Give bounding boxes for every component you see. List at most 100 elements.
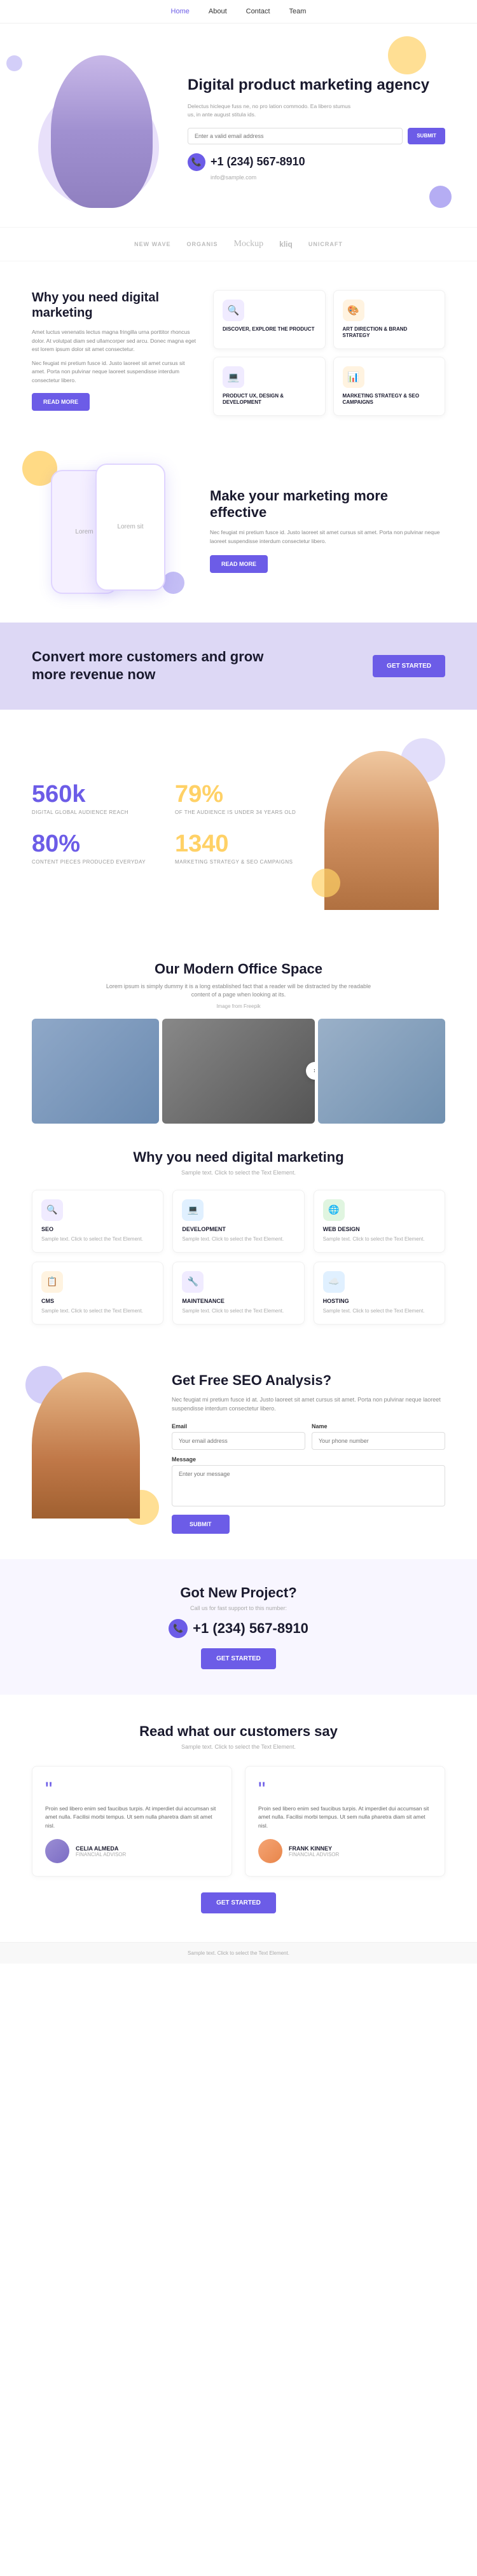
stat-number-2: 80% <box>32 832 156 856</box>
seo-submit-button[interactable]: SUBMIT <box>172 1515 230 1534</box>
seo-name-label: Name <box>312 1423 445 1429</box>
why-digital-title: Why you need digital marketing <box>32 1149 445 1166</box>
why-desc2: Nec feugiat mi pretium fusce id. Justo l… <box>32 359 197 385</box>
testimonials-grid: " Proin sed libero enim sed faucibus tur… <box>32 1766 445 1877</box>
phone-front-label: Lorem sit <box>117 523 143 530</box>
stats-grid: 560k DIGITAL GLOBAL AUDIENCE REACH 79% O… <box>32 782 299 865</box>
logo-mockup: Mockup <box>234 239 264 249</box>
footer-sample: Sample text. Click to select the Text El… <box>0 1942 477 1964</box>
convert-title: Convert more customers and grow more rev… <box>32 648 273 684</box>
service-text-hosting: Sample text. Click to select the Text El… <box>323 1307 436 1315</box>
make-read-more-button[interactable]: READ MORE <box>210 555 268 573</box>
hero-email-input[interactable] <box>188 128 403 144</box>
testi-author-1: FRANK KINNEY FINANCIAL ADVISOR <box>258 1839 432 1863</box>
testi-role-1: FINANCIAL ADVISOR <box>289 1852 339 1857</box>
hero-image-wrap <box>32 49 172 208</box>
service-icon-web: 🌐 <box>323 1199 345 1221</box>
office-desc: Lorem ipsum is simply dummy it is a long… <box>105 982 372 1000</box>
stat-3: 1340 MARKETING STRATEGY & SEO CAMPAIGNS <box>175 832 299 865</box>
seo-message-textarea[interactable] <box>172 1465 445 1506</box>
why-card-title-2: PRODUCT UX, DESIGN & DEVELOPMENT <box>223 393 316 406</box>
service-title-web: WEB DESIGN <box>323 1226 436 1232</box>
seo-left <box>32 1372 153 1519</box>
service-text-cms: Sample text. Click to select the Text El… <box>41 1307 154 1315</box>
why-card-icon-2: 💻 <box>223 366 244 388</box>
service-title-cms: CMS <box>41 1298 154 1304</box>
service-card-seo: 🔍 SEO Sample text. Click to select the T… <box>32 1190 163 1253</box>
stats-section: 560k DIGITAL GLOBAL AUDIENCE REACH 79% O… <box>0 710 477 939</box>
nav-contact[interactable]: Contact <box>246 8 270 15</box>
service-title-dev: DEVELOPMENT <box>182 1226 294 1232</box>
stat-1: 79% OF THE AUDIENCE IS UNDER 34 YEARS OL… <box>175 782 299 816</box>
nav-about[interactable]: About <box>209 8 227 15</box>
nav-home[interactable]: Home <box>171 8 190 15</box>
stat-number-0: 560k <box>32 782 156 806</box>
why-card-title-1: ART DIRECTION & BRAND STRATEGY <box>343 326 436 340</box>
seo-form: Email Name Message <box>172 1423 445 1510</box>
make-section: Lorem Lorem sit Make your marketing more… <box>0 438 477 623</box>
seo-email-wrap: Email <box>172 1423 305 1450</box>
convert-cta-button[interactable]: GET STARTED <box>373 655 445 677</box>
seo-desc: Nec feugiat mi pretium fusce id at. Just… <box>172 1395 445 1414</box>
hero-content: Digital product marketing agency Delectu… <box>172 76 445 180</box>
testi-cta-button[interactable]: GET STARTED <box>201 1892 276 1913</box>
hero-person <box>51 55 153 208</box>
service-card-maintenance: 🔧 MAINTENANCE Sample text. Click to sele… <box>172 1262 304 1325</box>
got-phone-icon: 📞 <box>169 1619 188 1638</box>
hero-email-row: SUBMIT <box>188 128 445 144</box>
gallery-arrow[interactable]: › <box>306 1062 315 1080</box>
phone-back-label: Lorem <box>75 528 93 535</box>
got-phone-row: 📞 +1 (234) 567-8910 <box>32 1619 445 1638</box>
got-project-subtitle: Call us for fast support to this number: <box>32 1605 445 1611</box>
why-desc1: Amet luctus venenatis lectus magna fring… <box>32 328 197 354</box>
why-card-0: 🔍 DISCOVER, EXPLORE THE PRODUCT <box>213 290 326 349</box>
gallery-img-2: › <box>162 1019 315 1124</box>
why-inner: Why you need digital marketing Amet luct… <box>32 290 445 416</box>
service-icon-cms: 📋 <box>41 1271 63 1293</box>
make-desc: Nec feugiat mi pretium fusce id. Justo l… <box>210 528 445 546</box>
why-digital-sample: Sample text. Click to select the Text El… <box>32 1169 445 1176</box>
phone-icon: 📞 <box>188 153 205 171</box>
make-content: Make your marketing more effective Nec f… <box>210 488 445 573</box>
seo-email-input[interactable] <box>172 1432 305 1450</box>
why-card-1: 🎨 ART DIRECTION & BRAND STRATEGY <box>333 290 446 349</box>
got-phone-number: +1 (234) 567-8910 <box>193 1620 308 1637</box>
testi-avatar-0 <box>45 1839 69 1863</box>
testi-text-0: Proin sed libero enim sed faucibus turpi… <box>45 1805 219 1831</box>
office-image-credit: Image from Freepik <box>32 1003 445 1009</box>
hero-phone-row: 📞 +1 (234) 567-8910 <box>188 153 445 171</box>
testi-name-1: FRANK KINNEY <box>289 1845 339 1852</box>
service-text-web: Sample text. Click to select the Text El… <box>323 1236 436 1243</box>
office-title: Our Modern Office Space <box>32 961 445 977</box>
blob-top-right <box>388 36 426 74</box>
hero-section: Digital product marketing agency Delectu… <box>0 24 477 227</box>
service-title-seo: SEO <box>41 1226 154 1232</box>
make-blob-purple <box>162 572 184 594</box>
testi-role-0: FINANCIAL ADVISOR <box>76 1852 126 1857</box>
service-icon-dev: 💻 <box>182 1199 204 1221</box>
quote-icon-0: " <box>45 1779 219 1800</box>
service-title-hosting: HOSTING <box>323 1298 436 1304</box>
seo-message-label: Message <box>172 1456 445 1463</box>
blob-bottom-right <box>429 186 452 208</box>
service-card-cms: 📋 CMS Sample text. Click to select the T… <box>32 1262 163 1325</box>
seo-name-input[interactable] <box>312 1432 445 1450</box>
office-section: Our Modern Office Space Lorem ipsum is s… <box>0 939 477 1124</box>
testi-card-0: " Proin sed libero enim sed faucibus tur… <box>32 1766 232 1877</box>
why-read-more-button[interactable]: READ MORE <box>32 393 90 411</box>
nav-team[interactable]: Team <box>289 8 307 15</box>
got-project-cta-button[interactable]: GET STARTED <box>201 1648 276 1669</box>
hero-submit-button[interactable]: SUBMIT <box>408 128 445 144</box>
logos-bar: NEW WAVE ORGANIS Mockup kliq UNICRAFT <box>0 227 477 261</box>
testi-text-1: Proin sed libero enim sed faucibus turpi… <box>258 1805 432 1831</box>
quote-icon-1: " <box>258 1779 432 1800</box>
service-card-hosting: ☁️ HOSTING Sample text. Click to select … <box>314 1262 445 1325</box>
why-digital-section: Why you need digital marketing Sample te… <box>0 1124 477 1347</box>
testi-cta-wrap: GET STARTED <box>32 1892 445 1913</box>
logo-kliq: kliq <box>279 240 293 249</box>
service-card-web: 🌐 WEB DESIGN Sample text. Click to selec… <box>314 1190 445 1253</box>
stat-number-3: 1340 <box>175 832 299 856</box>
seo-email-label: Email <box>172 1423 305 1429</box>
stat-label-0: DIGITAL GLOBAL AUDIENCE REACH <box>32 809 156 816</box>
gallery-img-1 <box>32 1019 159 1124</box>
